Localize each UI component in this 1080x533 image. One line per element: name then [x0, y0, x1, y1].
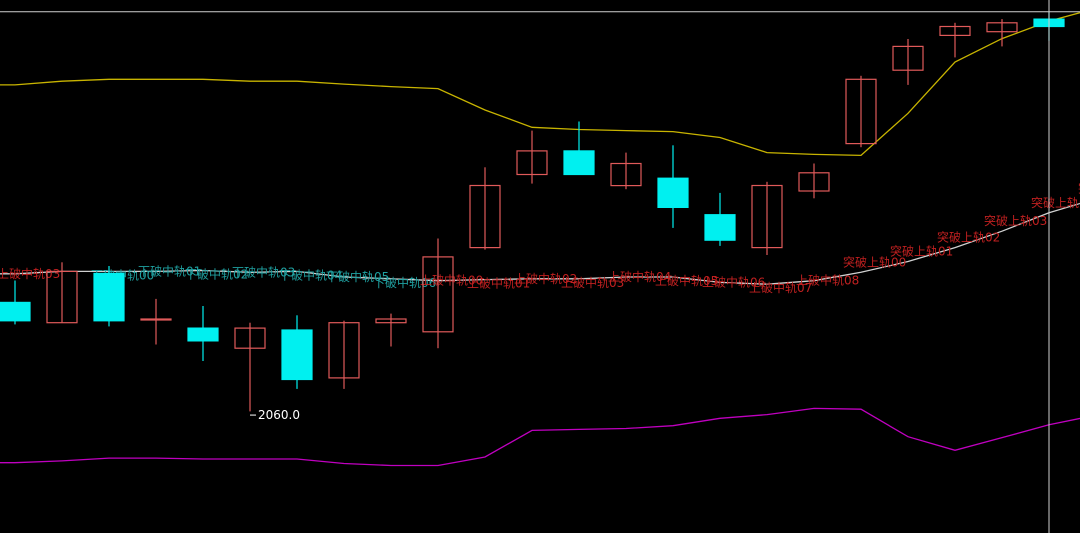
signal-labels: 上破中轨03下破中轨00下破中轨01下破中轨02下破中轨03下破中轨04下破中轨… [0, 181, 1080, 296]
signal-label: 突破上轨04 [1031, 195, 1080, 210]
signal-label: 突破上轨03 [984, 213, 1047, 228]
candle-body [704, 214, 736, 241]
upper-band-line [0, 7, 1080, 157]
candle-body [93, 272, 125, 322]
candle-body [281, 329, 313, 381]
lower-band-line [0, 407, 1080, 467]
candle-body [187, 327, 219, 342]
signal-label: 上破中轨03 [0, 266, 60, 281]
candlestick-chart: 上破中轨03下破中轨00下破中轨01下破中轨02下破中轨03下破中轨04下破中轨… [0, 0, 1080, 533]
signal-label: 上破中轨08 [796, 273, 859, 288]
candles [0, 11, 1065, 412]
price-label: 2060.0 [258, 408, 300, 422]
candle-body [0, 301, 31, 322]
signal-label: 突破上轨01 [890, 244, 953, 259]
candle-body [563, 150, 595, 176]
candle-body [657, 177, 689, 208]
bollinger-bands [0, 7, 1080, 467]
price-annotation: 2060.0 [250, 408, 300, 422]
signal-label: 突破上轨02 [937, 230, 1000, 245]
candle-body [140, 318, 172, 321]
